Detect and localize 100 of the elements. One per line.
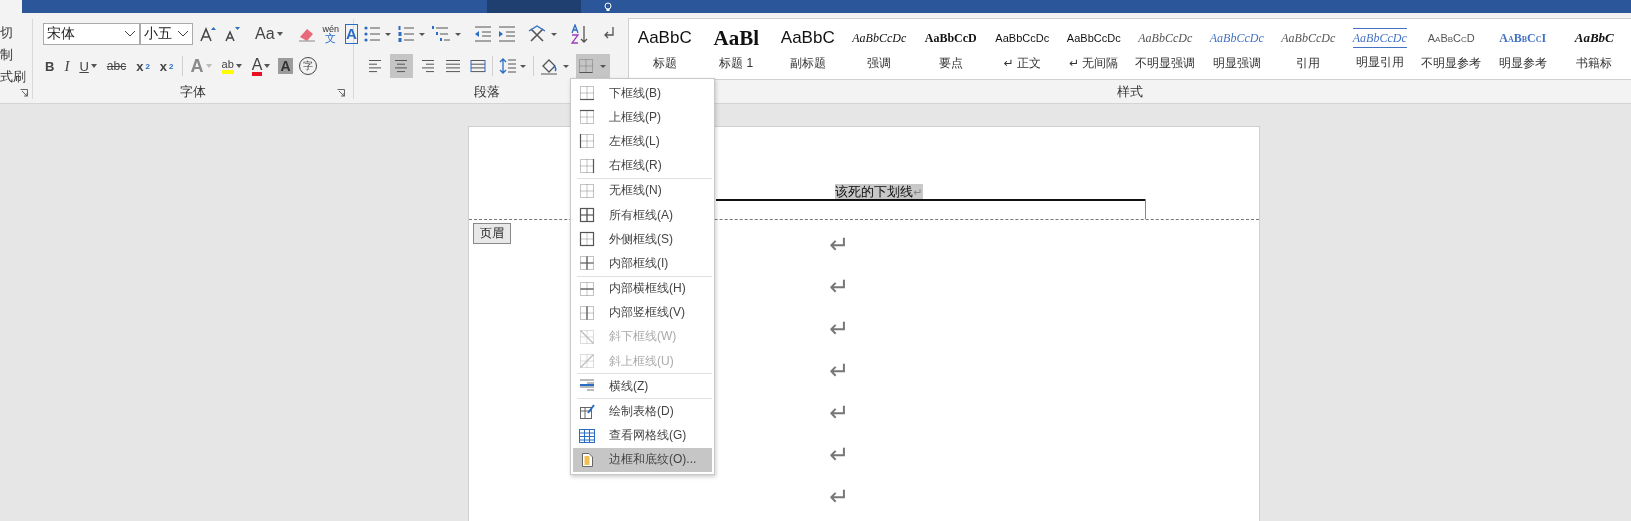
style-preview: AaBbC (780, 26, 835, 49)
menu-item[interactable]: 查看网格线(G) (573, 423, 712, 448)
style-item[interactable]: AaBbCcDc 不明显强调 (1129, 19, 1201, 79)
border-icon (579, 353, 595, 370)
change-case-button[interactable]: Aa (253, 23, 285, 45)
border-icon (579, 182, 595, 199)
multilevel-list-icon[interactable] (432, 25, 462, 43)
shrink-font-icon[interactable] (223, 25, 241, 43)
menu-item[interactable]: 左框线(L) (573, 129, 712, 154)
style-name: 引用 (1296, 54, 1321, 72)
menu-item[interactable]: 所有框线(A) (573, 202, 712, 228)
format-button[interactable]: B (43, 55, 57, 77)
border-icon (579, 255, 595, 272)
bullets-icon[interactable] (364, 25, 392, 43)
group-label: 段落 (474, 83, 500, 101)
menu-item[interactable]: 下框线(B) (573, 81, 712, 106)
style-preview: AaBbCcDc (1209, 29, 1264, 47)
borders-button[interactable] (576, 54, 610, 78)
clipboard-label[interactable]: 式刷 (0, 69, 28, 85)
highlight-button[interactable]: ab (219, 55, 244, 77)
group-label: 字体 (180, 83, 206, 101)
style-item[interactable]: AaBbC 副标题 (772, 19, 844, 79)
character-border-button[interactable]: A (345, 24, 358, 44)
clipboard-label[interactable]: 制 (0, 47, 28, 63)
style-item[interactable]: AaBbCcDc 明显引用 (1344, 19, 1416, 79)
border-icon (579, 451, 595, 468)
paragraph-mark: ↵ (829, 231, 850, 259)
align-icon (470, 58, 487, 74)
paragraph-mark: ↵ (829, 399, 850, 427)
chinese-layout-icon[interactable] (528, 25, 558, 43)
paragraph-mark: ↵ (829, 315, 850, 343)
style-preview: AaBl (713, 26, 759, 49)
style-item[interactable]: AaBbCcD 要点 (915, 19, 987, 79)
font-color-button[interactable]: A (249, 55, 273, 77)
style-preview: AaBbCcI (1499, 29, 1547, 47)
style-name: 不明显参考 (1421, 54, 1482, 72)
format-button[interactable]: abc (104, 55, 129, 77)
style-preview: AaBbCcDc (1352, 27, 1407, 48)
border-icon (579, 231, 595, 248)
header-text[interactable]: 该死的下划线↵ (835, 184, 923, 200)
paragraph-mark: ↵ (829, 483, 850, 511)
paragraph-mark: ↵ (829, 357, 850, 385)
style-name: 副标题 (789, 54, 826, 72)
menu-item[interactable]: 上框线(P) (573, 105, 712, 130)
border-icon (579, 85, 595, 102)
font-name-dropdown[interactable]: 宋体 (43, 23, 140, 45)
style-name: 标题 (652, 54, 677, 72)
format-button[interactable]: x$^{2}$ (157, 55, 176, 77)
style-name: 要点 (938, 54, 963, 72)
style-item[interactable]: AaBbCcDc ↵ 无间隔 (1058, 19, 1130, 79)
menu-item[interactable]: 右框线(R) (573, 153, 712, 178)
menu-item[interactable]: 横线(Z) (573, 374, 712, 399)
style-item[interactable]: AaBl 标题 1 (700, 19, 772, 79)
style-name: 标题 1 (719, 54, 754, 72)
decrease-indent-icon[interactable] (474, 25, 492, 43)
increase-indent-icon[interactable] (498, 25, 516, 43)
style-name: 书籍标 (1576, 54, 1613, 72)
style-preview: AaBbCcD (924, 29, 977, 47)
style-item[interactable]: AaBbC 书籍标 (1558, 19, 1630, 79)
style-item[interactable]: AaBbCcI 明显参考 (1487, 19, 1559, 79)
style-item[interactable]: AaBbCcDc 强调 (843, 19, 915, 79)
style-item[interactable]: AaBbC 标题 (629, 19, 701, 79)
menu-item[interactable]: 内部竖框线(V) (573, 300, 712, 325)
border-icon (579, 157, 595, 174)
style-item[interactable]: AaBbCcD 不明显参考 (1415, 19, 1487, 79)
style-preview: AaBbCcDc (995, 30, 1050, 46)
font-size-dropdown[interactable]: 小五 (140, 23, 193, 45)
numbering-icon[interactable] (398, 25, 426, 43)
grow-font-icon[interactable] (199, 25, 217, 43)
style-preview: AaBbC (1574, 28, 1614, 47)
phonetic-guide-button[interactable]: wén 文 (322, 25, 340, 43)
style-item[interactable]: AaBbCcDc 引用 (1272, 19, 1344, 79)
menu-item[interactable]: 绘制表格(D) (573, 399, 712, 424)
menu-item[interactable]: 内部框线(I) (573, 251, 712, 276)
menu-item[interactable]: 外侧框线(S) (573, 227, 712, 252)
style-preview: AaBbCcDc (1138, 29, 1193, 47)
menu-item[interactable]: 无框线(N) (573, 178, 712, 203)
dialog-launcher-icon[interactable] (337, 89, 345, 97)
style-item[interactable]: AaBbCcDc ↵ 正文 (986, 19, 1058, 79)
sort-icon[interactable] (570, 24, 590, 44)
style-item[interactable]: AaBbCcDc 明显强调 (1201, 19, 1273, 79)
border-icon (579, 280, 595, 297)
menu-item[interactable]: 内部横框线(H) (573, 276, 712, 301)
lightbulb-icon[interactable] (603, 2, 613, 12)
format-button[interactable]: I (62, 55, 72, 77)
style-name: 明显引用 (1355, 53, 1404, 71)
clipboard-label[interactable]: 切 (0, 25, 28, 41)
style-name: 明显强调 (1212, 54, 1261, 72)
dialog-launcher-icon[interactable] (20, 89, 28, 97)
style-preview: AaBbC (637, 26, 692, 49)
style-name: 强调 (867, 54, 892, 72)
style-preview: AaBbCcDc (1066, 30, 1121, 46)
menu-item[interactable]: 边框和底纹(O)... (573, 447, 712, 472)
border-icon (579, 403, 595, 420)
character-shading-button[interactable]: A (278, 58, 293, 74)
align-button[interactable] (389, 54, 414, 78)
style-preview: AaBbCcDc (1281, 29, 1336, 47)
shading-bucket-icon[interactable] (540, 57, 570, 75)
format-button[interactable]: U (77, 55, 99, 77)
line-spacing-icon[interactable] (499, 57, 528, 75)
